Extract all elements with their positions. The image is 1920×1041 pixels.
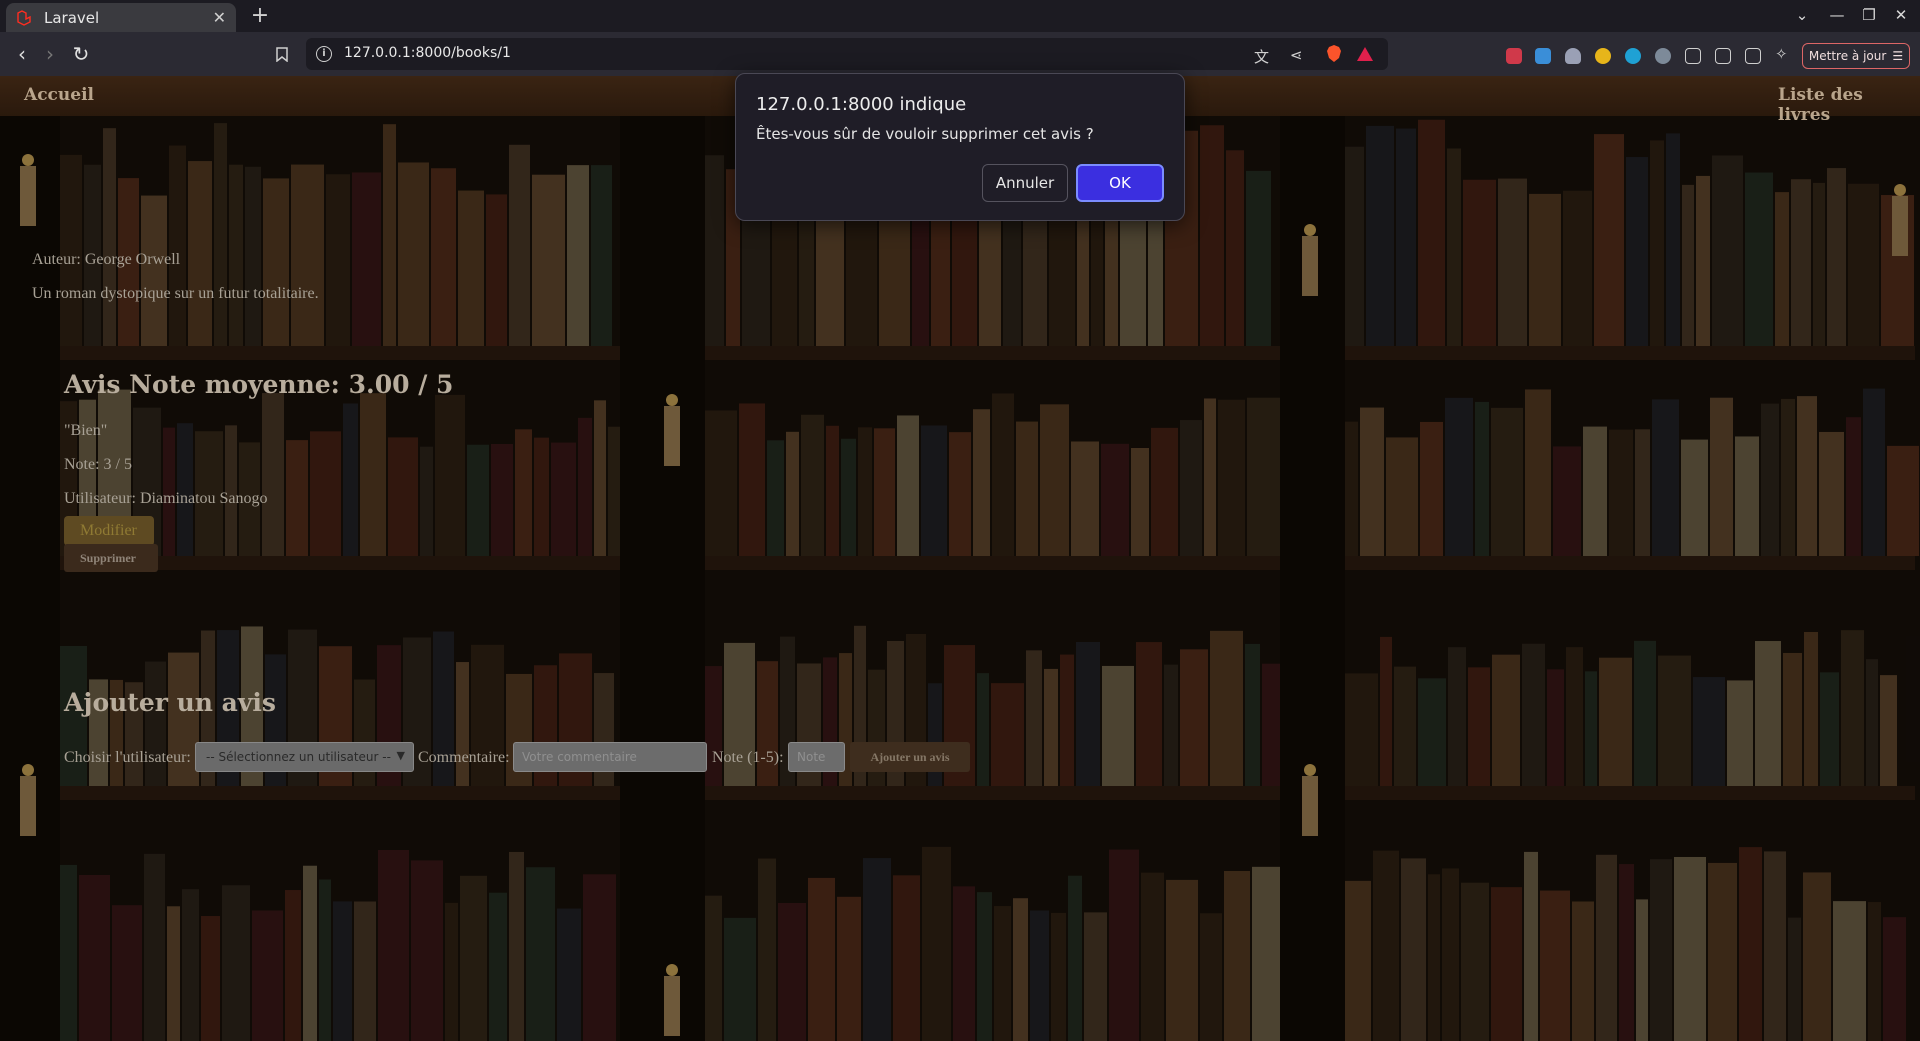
comment-label: Commentaire: xyxy=(418,749,510,766)
user-select[interactable]: -- Sélectionnez un utilisateur -- ▼ xyxy=(195,742,414,772)
book-description: Un roman dystopique sur un futur totalit… xyxy=(32,285,319,302)
review-user: Utilisateur: Diaminatou Sanogo xyxy=(64,490,268,507)
bulb-extension-icon[interactable] xyxy=(1595,48,1611,64)
site-info-icon[interactable]: i xyxy=(316,46,332,62)
vpn-extension-icon[interactable] xyxy=(1655,48,1671,64)
tab-title: Laravel xyxy=(44,8,100,27)
nav-books-list-link[interactable]: Liste des livres xyxy=(1778,85,1920,125)
review-comment: "Bien" xyxy=(64,422,108,439)
dialog-message: Êtes-vous sûr de vouloir supprimer cet a… xyxy=(756,125,1094,143)
add-review-heading: Ajouter un avis xyxy=(64,688,276,717)
update-button[interactable]: Mettre à jour ☰ xyxy=(1802,43,1910,69)
edit-review-button[interactable]: Modifier xyxy=(64,516,154,546)
submit-review-button[interactable]: Ajouter un avis xyxy=(850,742,970,772)
update-label: Mettre à jour xyxy=(1808,49,1887,63)
confirm-dialog: 127.0.0.1:8000 indique Êtes-vous sûr de … xyxy=(735,73,1185,221)
note-label: Note (1-5): xyxy=(712,749,784,766)
leo-ai-icon[interactable]: ✧ xyxy=(1775,46,1791,62)
delete-review-button[interactable]: Supprimer xyxy=(64,544,158,572)
user-select-value: -- Sélectionnez un utilisateur -- xyxy=(206,750,391,764)
wallet-icon[interactable] xyxy=(1745,48,1761,64)
comment-input[interactable]: Votre commentaire xyxy=(513,742,707,772)
tab-strip: Laravel ✕ + ⌄ — ❐ ✕ xyxy=(0,0,1920,32)
download-extension-icon[interactable] xyxy=(1625,48,1641,64)
extensions-puzzle-icon[interactable] xyxy=(1685,48,1701,64)
translate-icon[interactable]: 文 xyxy=(1254,46,1269,67)
address-bar[interactable]: i 127.0.0.1:8000/books/1 文 ⋖ xyxy=(306,38,1388,70)
book-author: Auteur: George Orwell xyxy=(32,251,181,268)
menu-hamburger-icon: ☰ xyxy=(1892,49,1904,63)
minimize-button[interactable]: — xyxy=(1826,6,1848,24)
tab-list-chevron-icon[interactable]: ⌄ xyxy=(1791,6,1813,24)
sidebar-icon[interactable] xyxy=(1715,48,1731,64)
nav-home-link[interactable]: Accueil xyxy=(24,85,94,105)
reload-icon[interactable]: ↻ xyxy=(69,42,93,66)
privacy-badger-icon[interactable] xyxy=(1565,48,1581,64)
shield-extension-icon[interactable] xyxy=(1506,48,1522,64)
dialog-title: 127.0.0.1:8000 indique xyxy=(756,94,967,115)
share-icon[interactable]: ⋖ xyxy=(1290,46,1303,64)
tab-close-icon[interactable]: ✕ xyxy=(213,8,226,27)
browser-toolbar: ‹ › ↻ i 127.0.0.1:8000/books/1 文 ⋖ ✧ Met… xyxy=(0,32,1920,76)
tab-laravel[interactable]: Laravel ✕ xyxy=(6,3,236,32)
user-select-label: Choisir l'utilisateur: xyxy=(64,749,191,766)
note-input[interactable]: Note xyxy=(788,742,845,772)
bookmark-icon[interactable] xyxy=(276,47,288,62)
brave-rewards-icon[interactable] xyxy=(1356,46,1374,62)
url-text[interactable]: 127.0.0.1:8000/books/1 xyxy=(344,45,511,61)
new-tab-button[interactable]: + xyxy=(248,4,272,28)
close-window-button[interactable]: ✕ xyxy=(1890,6,1912,24)
laravel-logo-icon xyxy=(17,9,31,26)
dialog-ok-button[interactable]: OK xyxy=(1076,164,1164,202)
back-arrow-icon[interactable]: ‹ xyxy=(10,42,34,66)
review-rating: Note: 3 / 5 xyxy=(64,456,132,473)
chevron-down-icon: ▼ xyxy=(396,749,405,762)
video-extension-icon[interactable] xyxy=(1535,48,1551,64)
forward-arrow-icon[interactable]: › xyxy=(38,42,62,66)
reviews-heading: Avis Note moyenne: 3.00 / 5 xyxy=(64,370,454,399)
restore-button[interactable]: ❐ xyxy=(1858,6,1880,24)
brave-shields-icon[interactable] xyxy=(1326,45,1342,63)
dialog-cancel-button[interactable]: Annuler xyxy=(982,164,1068,202)
